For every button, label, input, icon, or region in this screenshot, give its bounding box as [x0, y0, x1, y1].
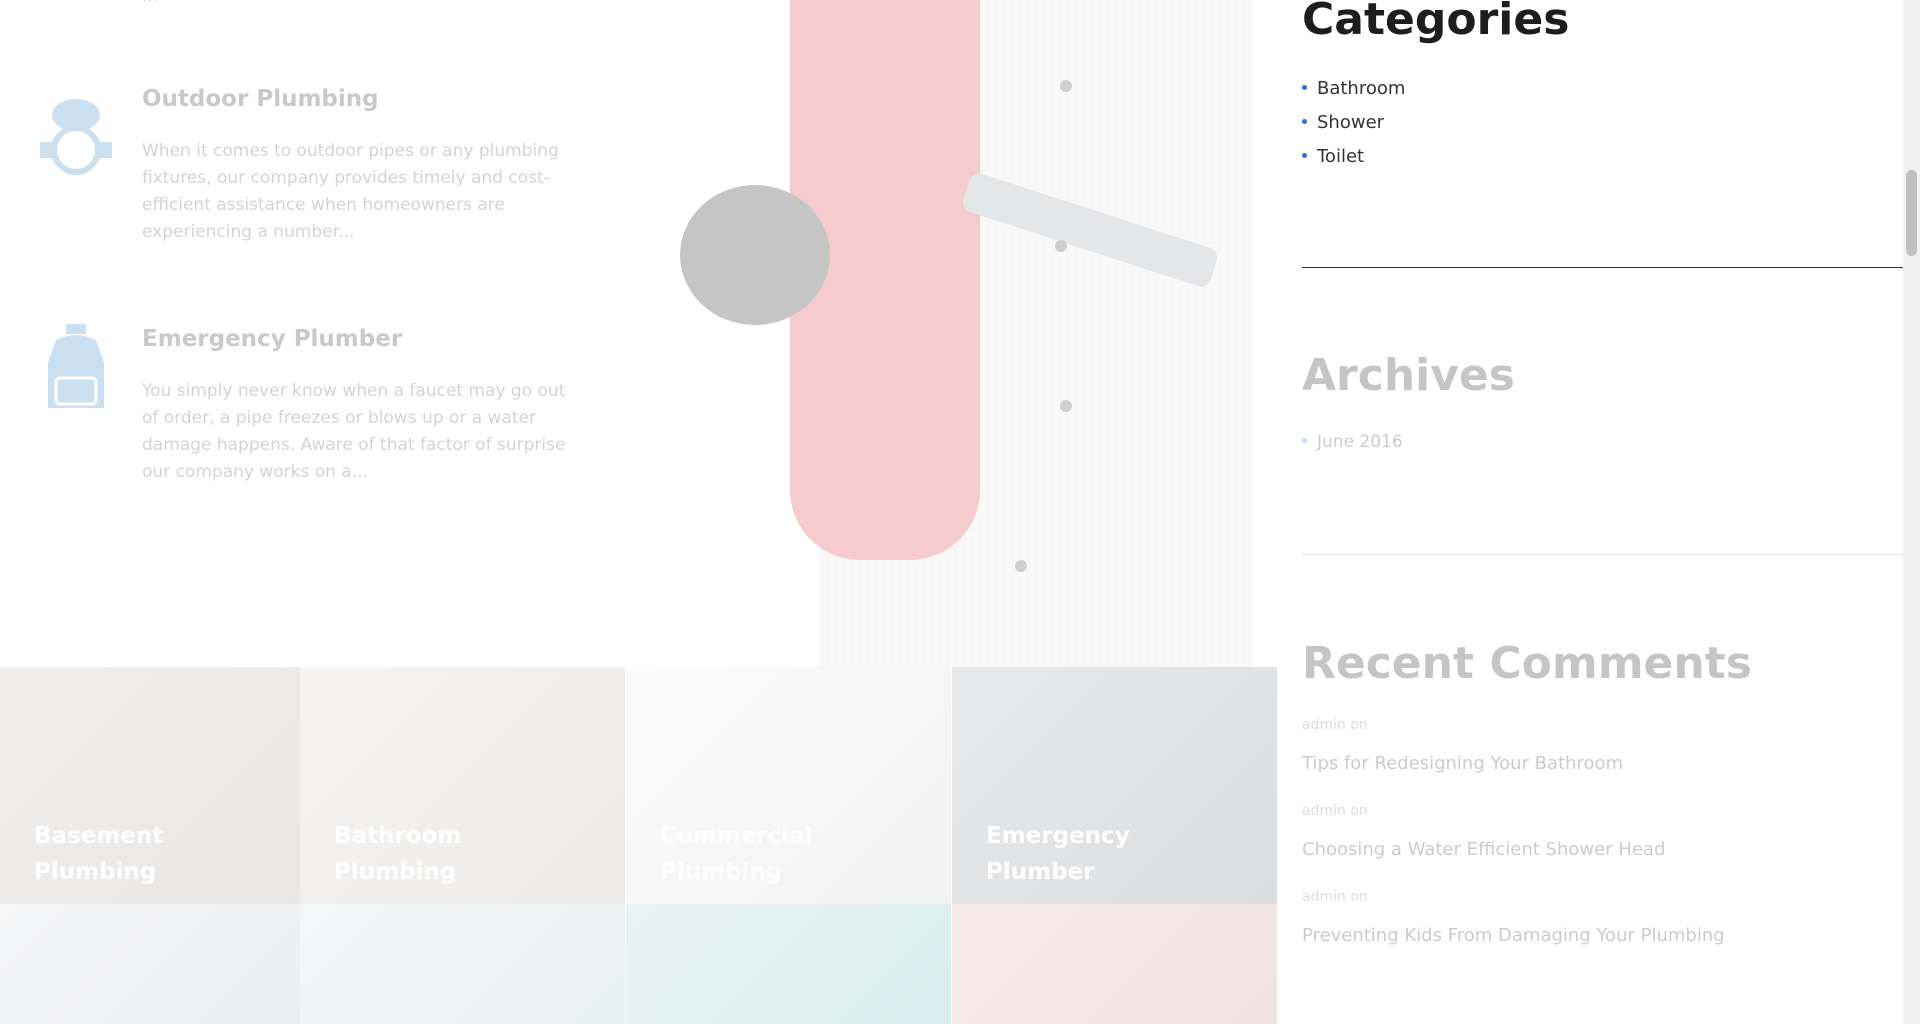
divider — [1302, 554, 1904, 555]
category-label[interactable]: Bathroom — [1317, 78, 1405, 99]
bullet-icon — [1302, 118, 1307, 124]
comment-post-link[interactable]: Preventing Kids From Damaging Your Plumb… — [1302, 925, 1725, 946]
cleaner-bottle-icon — [38, 322, 114, 414]
category-item-bathroom[interactable]: Bathroom — [1302, 78, 1405, 99]
comment-author: admin on — [1302, 889, 1368, 905]
tile-image — [952, 904, 1277, 1024]
category-item-toilet[interactable]: Toilet — [1302, 146, 1364, 167]
archives-title: Archives — [1302, 350, 1515, 401]
archive-label[interactable]: June 2016 — [1317, 432, 1403, 452]
tile-label[interactable]: Commercial Plumbing — [660, 818, 910, 890]
service-tiles-grid: Basement Plumbing Bathroom Plumbing Comm… — [0, 667, 1277, 1024]
category-item-shower[interactable]: Shower — [1302, 112, 1384, 133]
service-description: When it comes to outdoor pipes or any pl… — [142, 141, 559, 242]
tile-basement-plumbing[interactable]: Basement Plumbing — [0, 667, 325, 904]
tile-repair[interactable] — [952, 904, 1277, 1024]
piggy-bank — [680, 185, 830, 325]
tile-image — [0, 904, 325, 1024]
truncated-text: ... — [142, 0, 158, 6]
tile-image — [300, 904, 625, 1024]
divider — [1302, 267, 1904, 268]
service-description: You simply never know when a faucet may … — [142, 381, 566, 482]
tile-shower[interactable] — [626, 904, 951, 1024]
comment-author: admin on — [1302, 717, 1368, 733]
plumber-hero-image — [640, 0, 1252, 667]
tile-bathroom-plumbing[interactable]: Bathroom Plumbing — [300, 667, 625, 904]
tile-label[interactable]: Bathroom Plumbing — [334, 818, 584, 890]
sidebar: Categories Bathroom Shower Toilet Archiv… — [1302, 0, 1904, 1024]
tile-image — [626, 904, 951, 1024]
bullet-icon — [1302, 152, 1307, 158]
page-scrollbar[interactable] — [1903, 0, 1920, 1024]
recent-comments-title: Recent Comments — [1302, 638, 1752, 689]
tile-faucet[interactable] — [0, 904, 325, 1024]
service-title[interactable]: Outdoor Plumbing — [142, 86, 379, 112]
category-label[interactable]: Toilet — [1317, 146, 1364, 167]
comment-author: admin on — [1302, 803, 1368, 819]
tile-sink[interactable] — [300, 904, 625, 1024]
comment-post-link[interactable]: Tips for Redesigning Your Bathroom — [1302, 753, 1623, 774]
scrollbar-thumb[interactable] — [1906, 170, 1917, 256]
bullet-icon — [1302, 84, 1307, 90]
comment-post-link[interactable]: Choosing a Water Efficient Shower Head — [1302, 839, 1665, 860]
tile-emergency-plumber[interactable]: Emergency Plumber — [952, 667, 1277, 904]
tile-label[interactable]: Basement Plumbing — [34, 818, 284, 890]
services-list: ... Outdoor Plumbing When it comes to ou… — [0, 0, 640, 660]
tile-label[interactable]: Emergency Plumber — [986, 818, 1236, 890]
tile-commercial-plumbing[interactable]: Commercial Plumbing — [626, 667, 951, 904]
archive-item[interactable]: June 2016 — [1302, 432, 1403, 452]
service-title[interactable]: Emergency Plumber — [142, 326, 402, 352]
bullet-icon — [1302, 437, 1307, 443]
faucet-handle-icon — [38, 90, 114, 182]
categories-title: Categories — [1302, 0, 1570, 45]
category-label[interactable]: Shower — [1317, 112, 1384, 133]
